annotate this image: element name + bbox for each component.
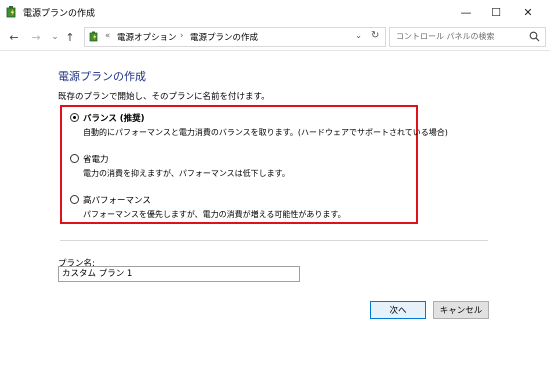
- radio-high-performance[interactable]: [70, 195, 79, 204]
- breadcrumb-separator: ›: [180, 31, 184, 41]
- next-button[interactable]: 次へ: [370, 301, 426, 319]
- divider: [0, 50, 550, 51]
- instruction-text: 既存のプランで開始し、そのプランに名前を付けます。: [58, 92, 270, 102]
- plan-desc-power-saver: 電力の消費を抑えますが、パフォーマンスは低下します。: [83, 169, 290, 178]
- forward-button[interactable]: →: [29, 29, 43, 45]
- plan-name-balanced[interactable]: バランス (推奨): [83, 112, 145, 124]
- radio-power-saver[interactable]: [70, 154, 79, 163]
- breadcrumb-power-options[interactable]: 電源オプション: [117, 31, 177, 43]
- plan-name-power-saver[interactable]: 省電力: [83, 153, 109, 165]
- recent-locations-button[interactable]: ⌄: [48, 29, 62, 45]
- address-bar[interactable]: « 電源オプション › 電源プランの作成 ⌄ ↻: [84, 27, 386, 47]
- maximize-button[interactable]: ☐: [481, 0, 511, 24]
- window-title: 電源プランの作成: [23, 9, 96, 19]
- plan-desc-high-performance: パフォーマンスを優先しますが、電力の消費が増える可能性があります。: [83, 210, 346, 219]
- search-box[interactable]: コントロール パネルの検索: [389, 27, 546, 47]
- refresh-icon[interactable]: ↻: [371, 30, 379, 41]
- separator: [60, 240, 488, 241]
- plan-desc-balanced: 自動的にパフォーマンスと電力消費のバランスを取ります。(ハードウェアでサポートさ…: [83, 128, 448, 137]
- radio-balanced[interactable]: [70, 113, 79, 122]
- plan-name-high-performance[interactable]: 高パフォーマンス: [83, 194, 151, 206]
- back-button[interactable]: ←: [7, 29, 21, 45]
- plan-name-input[interactable]: カスタム プラン 1: [58, 266, 300, 282]
- radio-selected-dot: [73, 116, 76, 119]
- cancel-button[interactable]: キャンセル: [433, 301, 489, 319]
- up-button[interactable]: ↑: [63, 29, 77, 45]
- control-panel-icon: [89, 31, 98, 42]
- close-button[interactable]: ✕: [513, 0, 543, 24]
- breadcrumb-create-plan[interactable]: 電源プランの作成: [190, 31, 258, 43]
- search-icon[interactable]: [529, 31, 540, 42]
- minimize-button[interactable]: —: [451, 0, 481, 24]
- power-options-icon: [6, 6, 16, 18]
- address-dropdown-icon[interactable]: ⌄: [355, 31, 362, 41]
- page-title: 電源プランの作成: [58, 70, 146, 83]
- search-placeholder: コントロール パネルの検索: [396, 32, 495, 41]
- breadcrumb-overflow[interactable]: «: [105, 31, 110, 41]
